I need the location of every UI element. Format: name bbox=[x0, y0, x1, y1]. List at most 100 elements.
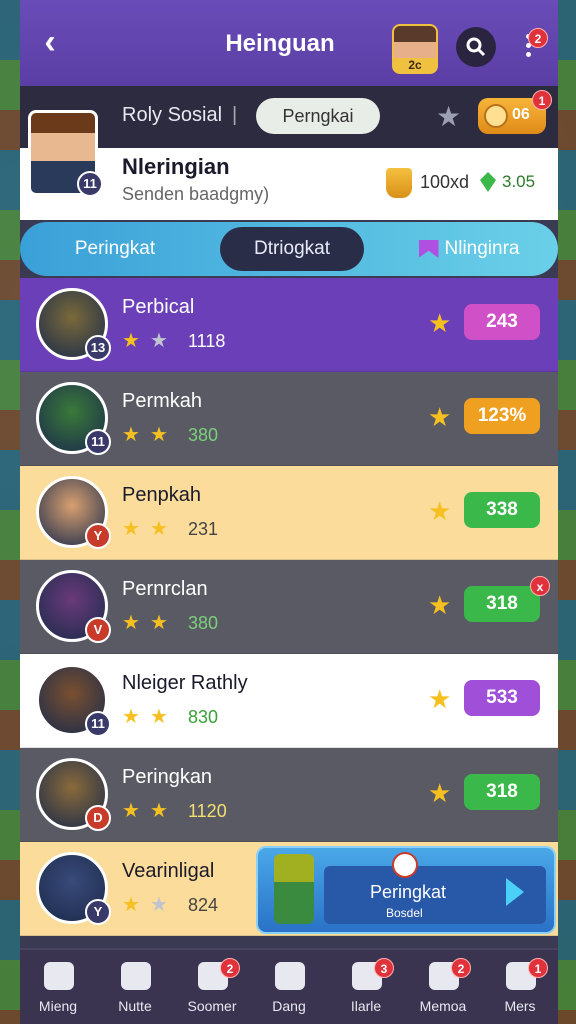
gem-icon bbox=[480, 172, 496, 192]
coin-balance[interactable]: 06 1 bbox=[478, 90, 552, 134]
star-icon: ★ bbox=[149, 424, 168, 446]
nav-badge: 2 bbox=[220, 958, 240, 978]
profile-avatar: 11 bbox=[28, 110, 103, 197]
trophy-icon bbox=[386, 168, 412, 198]
player-subvalue: 380 bbox=[188, 613, 219, 633]
nav-label: Nutte bbox=[118, 998, 152, 1014]
table-row[interactable]: V Pernrclan ★ ★ 380 ★ 318 x bbox=[20, 560, 558, 654]
nav-item[interactable]: Mers 1 bbox=[482, 950, 558, 1024]
profile-card[interactable]: 11 Nleringian Senden baadgmy) 100xd 3.05 bbox=[20, 110, 558, 220]
nav-label: Soomer bbox=[187, 998, 237, 1014]
table-row[interactable]: 11 Permkah ★ ★ 380 ★ 123% bbox=[20, 372, 558, 466]
star-icon: ★ bbox=[149, 330, 168, 352]
favorite-star-icon[interactable]: ★ bbox=[436, 100, 461, 133]
star-rating: ★ ★ bbox=[122, 798, 168, 823]
score-pill[interactable]: 123% bbox=[464, 398, 540, 434]
score-value: 123% bbox=[477, 405, 527, 426]
star-icon: ★ bbox=[149, 612, 168, 634]
nav-badge: 2 bbox=[451, 958, 471, 978]
level-badge: 13 bbox=[85, 335, 111, 361]
player-subvalue: 830 bbox=[188, 707, 219, 727]
score-value: 318 bbox=[486, 781, 518, 802]
nav-item[interactable]: Memoa 2 bbox=[405, 950, 481, 1024]
star-icon: ★ bbox=[122, 330, 140, 352]
sub-bar: Roly Sosial | Perngkai ★ 06 1 bbox=[20, 86, 558, 148]
ranking-tabs: Peringkat Dtriogkat Nlinginra bbox=[20, 222, 558, 276]
profile-subtitle: Senden baadgmy) bbox=[122, 184, 270, 204]
table-row[interactable]: 11 Nleiger Rathly ★ ★ 830 ★ 533 bbox=[20, 654, 558, 748]
tab-dtriogkat[interactable]: Dtriogkat bbox=[220, 227, 364, 271]
star-icon: ★ bbox=[122, 706, 140, 728]
star-icon: ★ bbox=[122, 800, 140, 822]
more-menu-button[interactable]: 2 bbox=[516, 28, 548, 66]
table-row[interactable]: 13 Perbical ★ ★ 1118 ★ 243 bbox=[20, 278, 558, 372]
tools-icon bbox=[121, 962, 151, 990]
star-icon: ★ bbox=[122, 612, 140, 634]
nav-badge: 1 bbox=[528, 958, 548, 978]
nav-item[interactable]: Dang bbox=[251, 950, 327, 1024]
badge-icon bbox=[392, 852, 418, 878]
rank-star-icon: ★ bbox=[428, 684, 452, 714]
level-badge: V bbox=[85, 617, 111, 643]
social-label: Roly Sosial bbox=[122, 104, 223, 126]
score-value: 338 bbox=[486, 499, 518, 520]
score-pill[interactable]: 243 bbox=[464, 304, 540, 340]
tab-nlinginra[interactable]: Nlinginra bbox=[394, 227, 544, 271]
table-row[interactable]: Y Penpkah ★ ★ 231 ★ 338 bbox=[20, 466, 558, 560]
player-avatar: 11 bbox=[36, 664, 111, 737]
player-name: Permkah bbox=[122, 390, 203, 412]
player-name: Nleiger Rathly bbox=[122, 672, 248, 694]
score-pill[interactable]: 533 bbox=[464, 680, 540, 716]
player-subvalue: 1118 bbox=[188, 331, 226, 351]
profile-name: Nleringian bbox=[122, 154, 230, 179]
star-icon: ★ bbox=[149, 706, 168, 728]
star-icon: ★ bbox=[122, 894, 140, 916]
nav-item[interactable]: Soomer 2 bbox=[174, 950, 250, 1024]
score-value: 318 bbox=[486, 593, 518, 614]
level-badge: 11 bbox=[77, 171, 103, 197]
shield-icon bbox=[275, 962, 305, 990]
rank-star-icon: ★ bbox=[428, 778, 452, 808]
table-row[interactable]: D Peringkan ★ ★ 1120 ★ 318 bbox=[20, 748, 558, 842]
nav-item[interactable]: Ilarle 3 bbox=[328, 950, 404, 1024]
back-button[interactable]: ‹ bbox=[30, 22, 70, 62]
nav-label: Dang bbox=[272, 998, 306, 1014]
background-left bbox=[0, 0, 22, 1024]
score-pill[interactable]: 338 bbox=[464, 492, 540, 528]
star-icon: ★ bbox=[149, 518, 168, 540]
level-badge: Y bbox=[85, 523, 111, 549]
player-avatar: V bbox=[36, 570, 111, 643]
level-badge: D bbox=[85, 805, 111, 831]
level-badge: Y bbox=[85, 899, 111, 925]
nav-badge: 3 bbox=[374, 958, 394, 978]
star-icon: ★ bbox=[122, 518, 140, 540]
star-icon: ★ bbox=[149, 800, 168, 822]
profile-gems: 3.05 bbox=[502, 172, 536, 191]
player-subvalue: 231 bbox=[188, 519, 219, 539]
bottom-nav: Mieng Nutte Soomer 2 Dang Ilarle 3 Memoa 2 … bbox=[20, 948, 558, 1024]
score-value: 243 bbox=[486, 311, 518, 332]
score-pill[interactable]: 318 x bbox=[464, 576, 550, 622]
search-button[interactable] bbox=[456, 27, 496, 67]
play-arrow-icon[interactable] bbox=[506, 878, 524, 906]
level-badge: 11 bbox=[85, 429, 111, 455]
nav-label: Mieng bbox=[38, 998, 78, 1014]
cta-sub: Bosdel bbox=[386, 906, 423, 920]
profile-score: 100xd bbox=[420, 172, 470, 192]
player-name: Perbical bbox=[122, 296, 195, 318]
star-rating: ★ ★ bbox=[122, 516, 168, 541]
hat-icon bbox=[274, 854, 314, 924]
player-avatar[interactable]: 2c bbox=[392, 24, 438, 74]
ranking-cta-card[interactable]: Peringkat Bosdel bbox=[256, 846, 556, 934]
nav-item[interactable]: Nutte bbox=[97, 950, 173, 1024]
star-rating: ★ ★ bbox=[122, 610, 168, 635]
tab-peringkat[interactable]: Peringkat bbox=[40, 227, 190, 271]
star-rating: ★ ★ bbox=[122, 328, 168, 353]
dot-icon bbox=[525, 52, 531, 57]
coin-count: 06 bbox=[512, 106, 530, 123]
nav-item[interactable]: Mieng bbox=[20, 950, 96, 1024]
ranking-pill-button[interactable]: Perngkai bbox=[256, 98, 380, 134]
star-icon: ★ bbox=[122, 424, 140, 446]
score-pill[interactable]: 318 bbox=[464, 774, 540, 810]
star-icon: ★ bbox=[149, 894, 168, 916]
